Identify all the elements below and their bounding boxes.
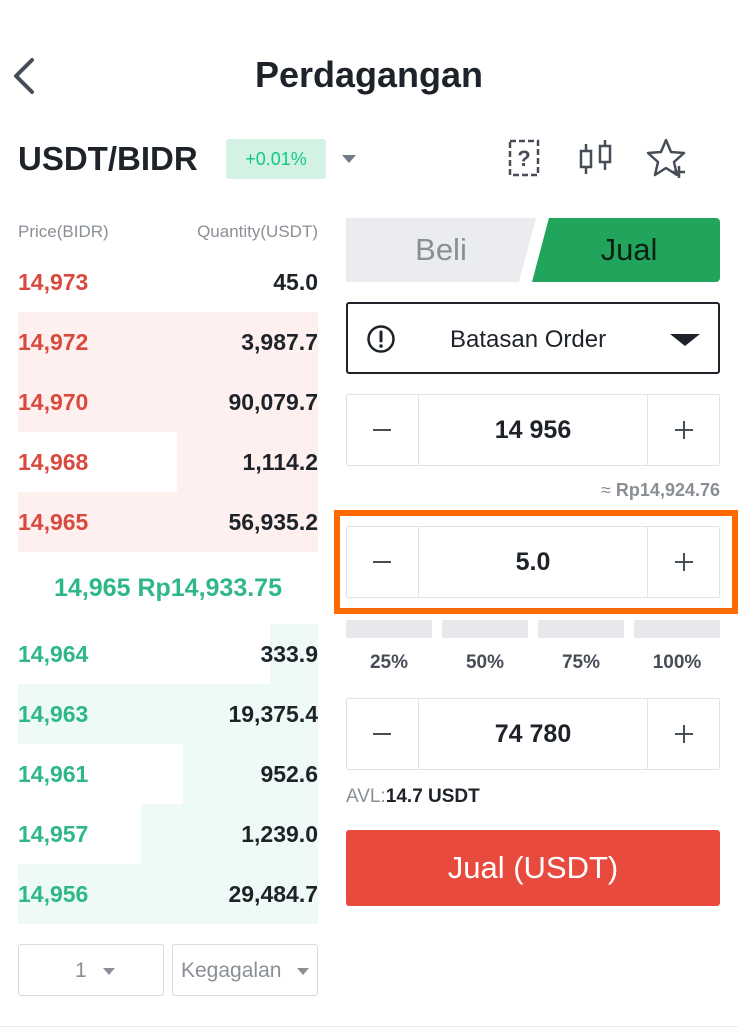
price-increase-button[interactable] bbox=[647, 395, 719, 465]
change-badge: +0.01% bbox=[226, 139, 326, 179]
tab-sell[interactable]: Jual bbox=[532, 218, 720, 282]
ask-quantity: 90,079.7 bbox=[228, 389, 318, 415]
avl-value: 14.7 USDT bbox=[385, 786, 480, 807]
display-selector-label: Kegagalan bbox=[181, 959, 282, 982]
bid-quantity: 19,375.4 bbox=[228, 701, 318, 727]
asks-list: 14,973 45.0 14,972 3,987.7 14,970 90,079.7 14,… bbox=[18, 252, 318, 552]
bid-price: 14,957 bbox=[18, 821, 89, 847]
tab-buy[interactable]: Beli bbox=[346, 218, 536, 282]
approx-value: Rp14,924.76 bbox=[615, 480, 720, 500]
candlestick-chart-icon bbox=[579, 140, 612, 174]
ask-row[interactable]: 14,970 90,079.7 bbox=[18, 372, 318, 432]
bid-row[interactable]: 14,956 29,484.7 bbox=[18, 864, 318, 924]
price-decrease-button[interactable] bbox=[347, 395, 419, 465]
ask-price: 14,973 bbox=[18, 269, 89, 295]
sell-button-label: Jual (USDT) bbox=[447, 850, 619, 885]
add-favorite-icon bbox=[646, 138, 686, 178]
percent-bar-50[interactable] bbox=[442, 620, 528, 638]
percent-label-50[interactable]: 50% bbox=[442, 652, 528, 674]
ask-price: 14,970 bbox=[18, 389, 89, 415]
ask-row[interactable]: 14,968 1,114.2 bbox=[18, 432, 318, 492]
ask-quantity: 1,114.2 bbox=[242, 449, 318, 475]
order-book-header: Price(BIDR) Quantity(USDT) bbox=[18, 216, 318, 252]
chart-button[interactable] bbox=[574, 136, 618, 180]
avl-label: AVL: bbox=[346, 786, 386, 807]
ask-quantity: 56,935.2 bbox=[228, 509, 318, 535]
bottom-divider bbox=[0, 1026, 738, 1027]
percent-bar-25[interactable] bbox=[346, 620, 432, 638]
price-input[interactable] bbox=[419, 395, 647, 465]
ask-quantity: 3,987.7 bbox=[241, 329, 318, 355]
bid-row[interactable]: 14,957 1,239.0 bbox=[18, 804, 318, 864]
bid-price: 14,961 bbox=[18, 761, 89, 787]
favorite-button[interactable] bbox=[646, 136, 690, 180]
amount-stepper bbox=[346, 526, 720, 598]
ask-price: 14,965 bbox=[18, 509, 89, 535]
last-price-row[interactable]: 14,965 Rp14,933.75 bbox=[18, 552, 318, 624]
total-input[interactable] bbox=[419, 699, 647, 769]
total-increase-button[interactable] bbox=[647, 699, 719, 769]
amount-input[interactable] bbox=[419, 527, 647, 597]
percent-label-100[interactable]: 100% bbox=[634, 652, 720, 674]
ask-quantity: 45.0 bbox=[273, 269, 318, 295]
amount-increase-button[interactable] bbox=[647, 527, 719, 597]
ask-row[interactable]: 14,973 45.0 bbox=[18, 252, 318, 312]
bid-price: 14,956 bbox=[18, 881, 89, 907]
pair-row: USDT/BIDR +0.01% ? bbox=[0, 128, 738, 192]
depth-selector[interactable]: 1 bbox=[18, 944, 164, 996]
tab-sell-label: Jual bbox=[600, 232, 658, 267]
amount-decrease-button[interactable] bbox=[347, 527, 419, 597]
total-decrease-button[interactable] bbox=[347, 699, 419, 769]
depth-selector-label: 1 bbox=[75, 959, 87, 982]
quantity-header: Quantity(USDT) bbox=[197, 222, 318, 241]
order-book: Price(BIDR) Quantity(USDT) 14,973 45.0 14,… bbox=[18, 216, 318, 924]
bid-quantity: 333.9 bbox=[260, 641, 318, 667]
bid-quantity: 1,239.0 bbox=[241, 821, 318, 847]
total-stepper bbox=[346, 698, 720, 770]
order-type-label: Batasan Order bbox=[450, 326, 607, 353]
header: Perdagangan bbox=[0, 40, 738, 112]
side-tabs: Beli Jual bbox=[346, 218, 720, 282]
triangle-down-icon bbox=[670, 334, 700, 346]
ask-row[interactable]: 14,965 56,935.2 bbox=[18, 492, 318, 552]
help-doc-icon: ? bbox=[508, 139, 540, 177]
ask-price: 14,968 bbox=[18, 449, 89, 475]
sell-button[interactable]: Jual (USDT) bbox=[346, 830, 720, 906]
page-title: Perdagangan bbox=[254, 54, 484, 95]
percent-label-75[interactable]: 75% bbox=[538, 652, 624, 674]
percent-bar-100[interactable] bbox=[634, 620, 720, 638]
pair-name[interactable]: USDT/BIDR bbox=[18, 140, 198, 178]
bid-row[interactable]: 14,963 19,375.4 bbox=[18, 684, 318, 744]
bid-row[interactable]: 14,961 952.6 bbox=[18, 744, 318, 804]
last-price: 14,965 bbox=[54, 574, 131, 602]
help-doc-button[interactable]: ? bbox=[502, 136, 546, 180]
ask-price: 14,972 bbox=[18, 329, 89, 355]
approx-symbol: ≈ bbox=[601, 480, 611, 500]
ask-row[interactable]: 14,972 3,987.7 bbox=[18, 312, 318, 372]
caret-down-icon[interactable] bbox=[340, 152, 358, 166]
info-icon[interactable] bbox=[366, 324, 396, 354]
bid-price: 14,963 bbox=[18, 701, 89, 727]
bid-price: 14,964 bbox=[18, 641, 89, 667]
bid-quantity: 29,484.7 bbox=[228, 881, 318, 907]
percent-label-25[interactable]: 25% bbox=[346, 652, 432, 674]
caret-down-icon bbox=[103, 968, 115, 975]
caret-down-icon bbox=[297, 968, 309, 975]
svg-text:?: ? bbox=[517, 146, 530, 171]
price-approx: ≈ Rp14,924.76 bbox=[601, 480, 720, 501]
order-type-select[interactable]: Batasan Order bbox=[346, 302, 720, 374]
last-price-fiat: Rp14,933.75 bbox=[137, 574, 282, 602]
bids-list: 14,964 333.9 14,963 19,375.4 14,961 952.6 14,9… bbox=[18, 624, 318, 924]
available-balance: AVL:14.7 USDT bbox=[346, 786, 480, 808]
price-stepper bbox=[346, 394, 720, 466]
tab-buy-label: Beli bbox=[415, 232, 467, 267]
display-selector[interactable]: Kegagalan bbox=[172, 944, 318, 996]
price-header: Price(BIDR) bbox=[18, 222, 109, 241]
bid-quantity: 952.6 bbox=[260, 761, 318, 787]
bid-row[interactable]: 14,964 333.9 bbox=[18, 624, 318, 684]
percent-bar-75[interactable] bbox=[538, 620, 624, 638]
